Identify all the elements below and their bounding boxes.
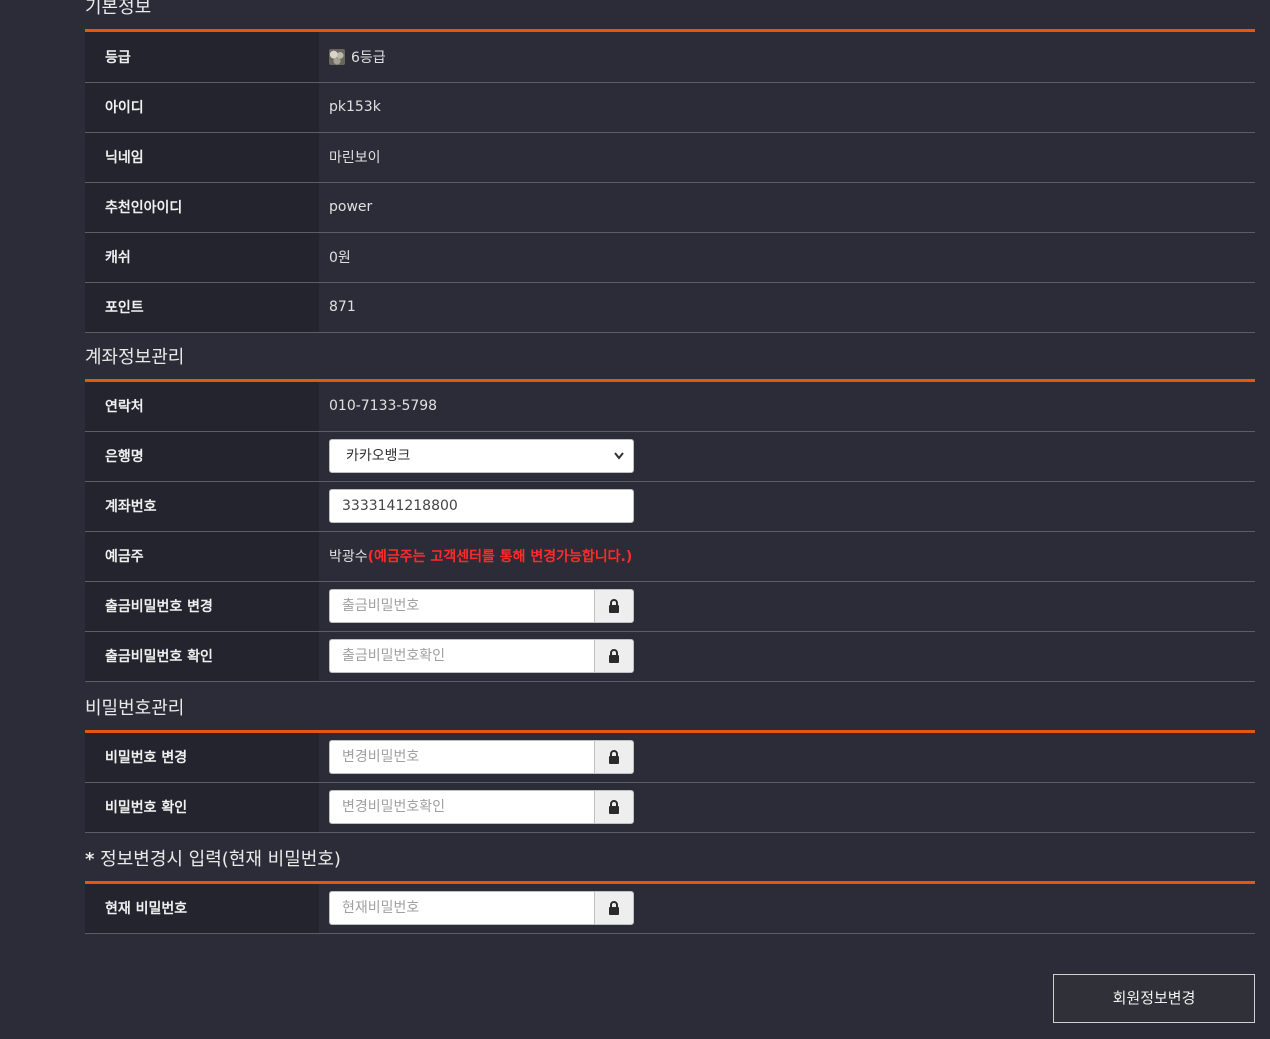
password-confirm-cell: 변경비밀번호확인: [319, 782, 1255, 833]
lock-icon: [594, 639, 634, 673]
referrer-label: 추천인아이디: [85, 182, 319, 233]
withdraw-pw-group: 출금비밀번호: [329, 589, 634, 623]
grade-value: 6등급: [351, 49, 386, 66]
account-info-table: 연락처 010-7133-5798 은행명 카카오뱅크 계좌번호 3333141…: [85, 382, 1255, 682]
nickname-row: 닉네임 마린보이: [85, 132, 1255, 183]
account-number-row: 계좌번호 3333141218800: [85, 481, 1255, 532]
phone-label: 연락처: [85, 382, 319, 432]
account-number-input[interactable]: 3333141218800: [329, 489, 634, 523]
bank-row: 은행명 카카오뱅크: [85, 431, 1255, 482]
current-password-input[interactable]: 현재비밀번호: [329, 891, 594, 926]
withdraw-pw-label: 출금비밀번호 변경: [85, 581, 319, 632]
point-row: 포인트 871: [85, 282, 1255, 333]
password-change-input[interactable]: 변경비밀번호: [329, 740, 594, 775]
password-table: 비밀번호 변경 변경비밀번호 비밀번호 확인 변경비밀번호확인: [85, 733, 1255, 833]
account-info-section: 계좌정보관리 연락처 010-7133-5798 은행명 카카오뱅크 계좌번호 …: [85, 346, 1255, 682]
bank-select[interactable]: 카카오뱅크: [329, 439, 634, 473]
cash-label: 캐쉬: [85, 232, 319, 283]
cash-value: 0원: [319, 232, 1255, 283]
holder-value: 박광수: [329, 549, 368, 565]
current-password-table: 현재 비밀번호 현재비밀번호: [85, 884, 1255, 934]
referrer-value: power: [319, 182, 1255, 233]
grade-label: 등급: [85, 32, 319, 83]
current-password-group: 현재비밀번호: [329, 891, 634, 926]
password-change-row: 비밀번호 변경 변경비밀번호: [85, 733, 1255, 783]
account-number-label: 계좌번호: [85, 481, 319, 532]
phone-value: 010-7133-5798: [319, 382, 1255, 432]
point-label: 포인트: [85, 282, 319, 333]
bank-label: 은행명: [85, 431, 319, 482]
nickname-value: 마린보이: [319, 132, 1255, 183]
holder-row: 예금주 박광수(예금주는 고객센터를 통해 변경가능합니다.): [85, 531, 1255, 582]
grade-value-cell: 6등급: [319, 32, 1255, 83]
account-number-cell: 3333141218800: [319, 481, 1255, 532]
user-id-row: 아이디 pk153k: [85, 82, 1255, 133]
withdraw-pw-confirm-input[interactable]: 출금비밀번호확인: [329, 639, 594, 673]
current-password-row: 현재 비밀번호 현재비밀번호: [85, 884, 1255, 934]
password-confirm-group: 변경비밀번호확인: [329, 790, 634, 824]
password-change-label: 비밀번호 변경: [85, 733, 319, 783]
bank-selected-value: 카카오뱅크: [346, 448, 411, 464]
withdraw-pw-row: 출금비밀번호 변경 출금비밀번호: [85, 581, 1255, 632]
password-confirm-label: 비밀번호 확인: [85, 782, 319, 833]
current-password-label: 현재 비밀번호: [85, 884, 319, 934]
member-info-page: 기본정보 등급 6등급 아이디 pk153k 닉네임 마린보이 추천인아이디 p…: [0, 0, 1270, 1039]
chevron-down-icon: [613, 440, 625, 484]
current-password-section: * 정보변경시 입력(현재 비밀번호) 현재 비밀번호 현재비밀번호: [85, 848, 1255, 934]
update-member-info-button[interactable]: 회원정보변경: [1053, 974, 1255, 1023]
cash-row: 캐쉬 0원: [85, 232, 1255, 283]
lock-icon: [594, 740, 634, 775]
holder-label: 예금주: [85, 531, 319, 582]
referrer-row: 추천인아이디 power: [85, 182, 1255, 233]
grade-icon: [329, 48, 345, 65]
phone-row: 연락처 010-7133-5798: [85, 382, 1255, 432]
withdraw-pw-confirm-cell: 출금비밀번호확인: [319, 631, 1255, 682]
required-star: *: [85, 849, 95, 870]
withdraw-pw-confirm-row: 출금비밀번호 확인 출금비밀번호확인: [85, 631, 1255, 682]
withdraw-pw-cell: 출금비밀번호: [319, 581, 1255, 632]
basic-info-title: 기본정보: [85, 0, 152, 18]
password-change-group: 변경비밀번호: [329, 740, 634, 775]
current-password-title-text: 정보변경시 입력(현재 비밀번호): [100, 849, 341, 870]
grade-row: 등급 6등급: [85, 32, 1255, 83]
password-confirm-row: 비밀번호 확인 변경비밀번호확인: [85, 782, 1255, 833]
lock-icon: [594, 589, 634, 623]
point-value: 871: [319, 282, 1255, 333]
account-info-title: 계좌정보관리: [85, 347, 185, 368]
basic-info-table: 등급 6등급 아이디 pk153k 닉네임 마린보이 추천인아이디 power …: [85, 32, 1255, 333]
lock-icon: [594, 790, 634, 824]
current-password-title: * 정보변경시 입력(현재 비밀번호): [85, 848, 1255, 872]
nickname-label: 닉네임: [85, 132, 319, 183]
lock-icon: [594, 891, 634, 926]
basic-info-section: 기본정보 등급 6등급 아이디 pk153k 닉네임 마린보이 추천인아이디 p…: [85, 0, 1255, 333]
user-id-value: pk153k: [319, 82, 1255, 133]
bank-cell: 카카오뱅크: [319, 431, 1255, 482]
withdraw-pw-confirm-group: 출금비밀번호확인: [329, 639, 634, 673]
withdraw-pw-input[interactable]: 출금비밀번호: [329, 589, 594, 623]
password-section: 비밀번호관리 비밀번호 변경 변경비밀번호 비밀번호 확인 변경비밀번호확인: [85, 697, 1255, 833]
password-change-cell: 변경비밀번호: [319, 733, 1255, 783]
withdraw-pw-confirm-label: 출금비밀번호 확인: [85, 631, 319, 682]
password-confirm-input[interactable]: 변경비밀번호확인: [329, 790, 594, 824]
holder-notice: (예금주는 고객센터를 통해 변경가능합니다.): [367, 549, 633, 565]
user-id-label: 아이디: [85, 82, 319, 133]
password-title: 비밀번호관리: [85, 698, 185, 719]
holder-cell: 박광수(예금주는 고객센터를 통해 변경가능합니다.): [319, 531, 1255, 582]
current-password-cell: 현재비밀번호: [319, 884, 1255, 934]
